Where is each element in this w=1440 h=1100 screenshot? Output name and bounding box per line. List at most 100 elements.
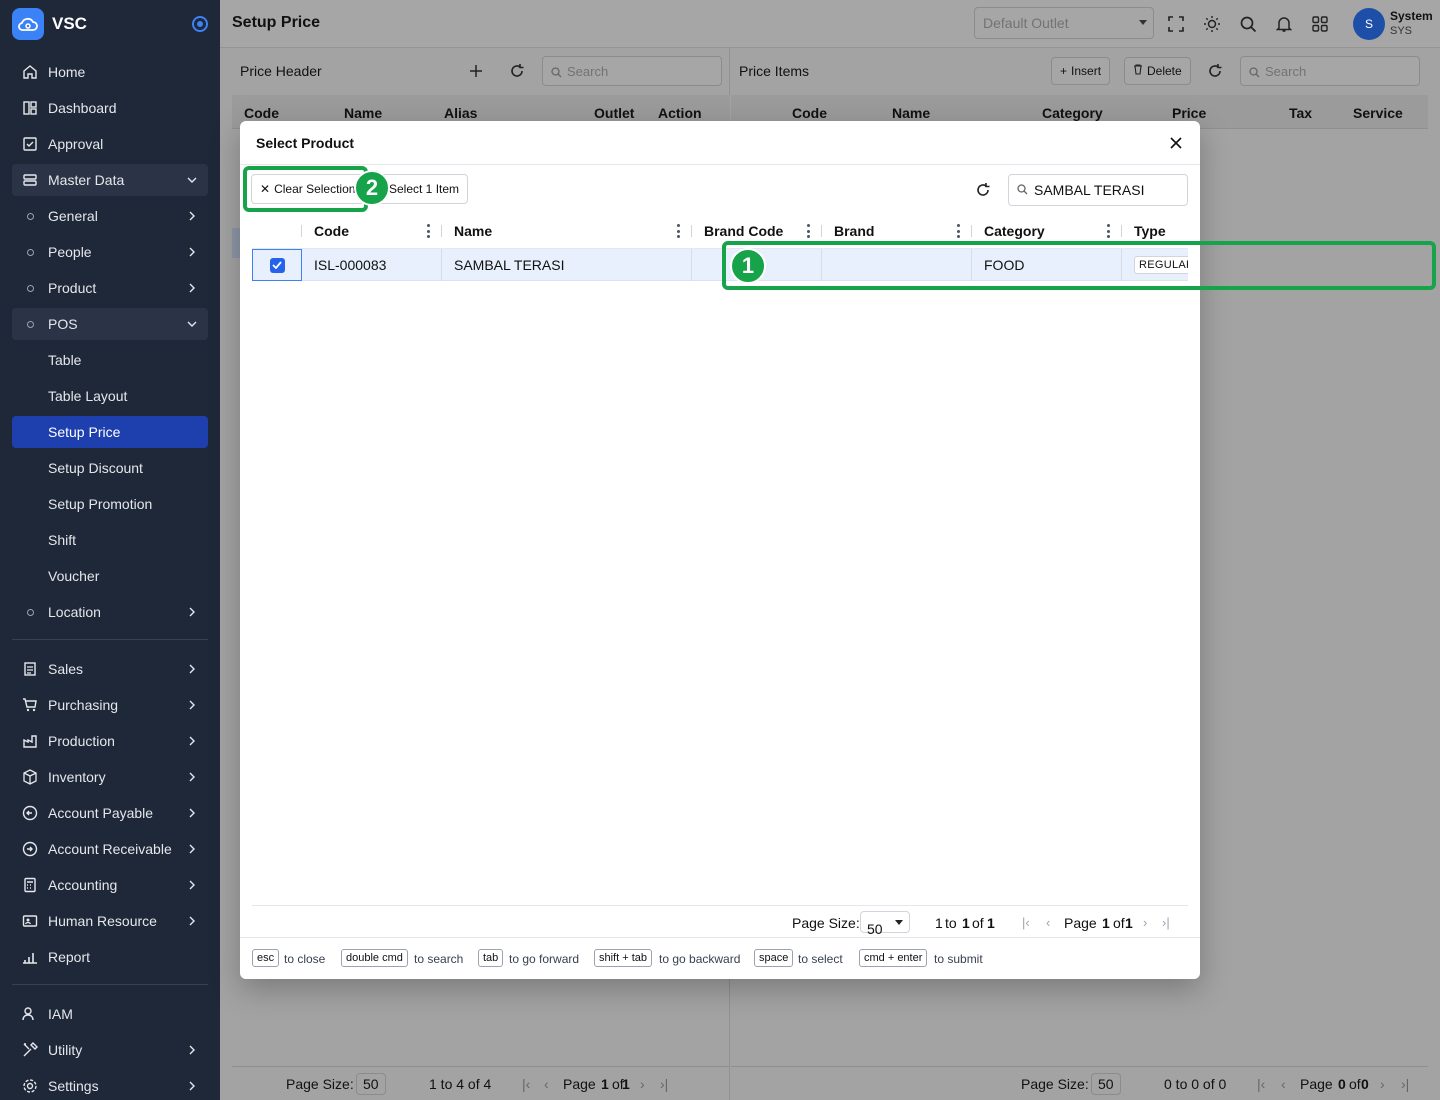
user-role: SYS bbox=[1390, 25, 1413, 37]
page-size-select[interactable]: 50 bbox=[356, 1073, 386, 1095]
column-header-alias[interactable]: Alias bbox=[444, 105, 477, 121]
next-page-icon[interactable]: › bbox=[640, 1076, 645, 1092]
sidebar-item-account-receivable[interactable]: Account Receivable bbox=[12, 833, 208, 865]
sidebar-item-human-resource[interactable]: Human Resource bbox=[12, 905, 208, 937]
sidebar-item-table[interactable]: Table bbox=[12, 344, 208, 376]
outlet-select[interactable]: Default Outlet bbox=[974, 7, 1154, 39]
column-header-price[interactable]: Price bbox=[1172, 105, 1206, 121]
fullscreen-icon[interactable] bbox=[1164, 12, 1188, 36]
row-checkbox-cell[interactable] bbox=[252, 249, 302, 281]
total-pages: 0 bbox=[1361, 1076, 1369, 1092]
search-placeholder: Search bbox=[567, 64, 609, 79]
page-size-select[interactable]: 50 bbox=[1091, 1073, 1121, 1095]
column-header-code[interactable]: Code bbox=[792, 105, 827, 121]
column-menu-icon[interactable] bbox=[956, 224, 960, 238]
column-header-label: Type bbox=[1134, 223, 1166, 239]
sidebar-toggle-icon[interactable] bbox=[192, 16, 208, 32]
sidebar-item-report[interactable]: Report bbox=[12, 941, 208, 973]
bell-icon[interactable] bbox=[1272, 12, 1296, 36]
sidebar-item-setup-discount[interactable]: Setup Discount bbox=[12, 452, 208, 484]
cloud-logo-icon bbox=[12, 8, 44, 40]
sidebar-item-inventory[interactable]: Inventory bbox=[12, 761, 208, 793]
prev-page-icon[interactable]: ‹ bbox=[544, 1076, 549, 1092]
circle-icon bbox=[20, 242, 40, 262]
sidebar-item-dashboard[interactable]: Dashboard bbox=[12, 92, 208, 124]
page-size-select[interactable]: 50 bbox=[860, 911, 910, 937]
column-header-outlet[interactable]: Outlet bbox=[594, 105, 634, 121]
sidebar-item-setup-promotion[interactable]: Setup Promotion bbox=[12, 488, 208, 520]
select-all-header[interactable] bbox=[252, 213, 302, 249]
circle-icon bbox=[20, 314, 40, 334]
next-page-icon[interactable]: › bbox=[1143, 915, 1147, 930]
delete-button[interactable]: Delete bbox=[1124, 57, 1191, 85]
sidebar-item-iam[interactable]: IAM bbox=[12, 998, 208, 1030]
chevron-right-icon bbox=[182, 242, 202, 262]
sidebar-item-voucher[interactable]: Voucher bbox=[12, 560, 208, 592]
sidebar-item-table-layout[interactable]: Table Layout bbox=[12, 380, 208, 412]
sidebar-item-setup-price[interactable]: Setup Price bbox=[12, 416, 208, 448]
last-page-icon[interactable]: ›| bbox=[1162, 915, 1170, 930]
product-search-field[interactable] bbox=[1034, 182, 1182, 198]
page-of: of bbox=[1349, 1076, 1361, 1092]
apps-grid-icon[interactable] bbox=[1308, 12, 1332, 36]
column-menu-icon[interactable] bbox=[1106, 224, 1110, 238]
sidebar-item-sales[interactable]: Sales bbox=[12, 653, 208, 685]
sidebar-item-purchasing[interactable]: Purchasing bbox=[12, 689, 208, 721]
price-header-search-input[interactable]: Search bbox=[542, 56, 722, 86]
sidebar-item-pos[interactable]: POS bbox=[12, 308, 208, 340]
column-header-service[interactable]: Service bbox=[1353, 105, 1403, 121]
sidebar-item-utility[interactable]: Utility bbox=[12, 1034, 208, 1066]
next-page-icon[interactable]: › bbox=[1380, 1076, 1385, 1092]
sidebar-item-approval[interactable]: Approval bbox=[12, 128, 208, 160]
refresh-icon[interactable] bbox=[1205, 61, 1225, 81]
price-items-search-input[interactable]: Search bbox=[1240, 56, 1420, 86]
close-icon[interactable] bbox=[1166, 133, 1186, 153]
first-page-icon[interactable]: |‹ bbox=[1022, 915, 1030, 930]
first-page-icon[interactable]: |‹ bbox=[1257, 1076, 1265, 1092]
sidebar-item-accounting[interactable]: Accounting bbox=[12, 869, 208, 901]
column-header-tax[interactable]: Tax bbox=[1289, 105, 1312, 121]
column-header-name[interactable]: Name bbox=[892, 105, 930, 121]
sidebar-item-product[interactable]: Product bbox=[12, 272, 208, 304]
sidebar-item-general[interactable]: General bbox=[12, 200, 208, 232]
column-header-code[interactable]: Code bbox=[302, 213, 442, 249]
sidebar-item-settings[interactable]: Settings bbox=[12, 1070, 208, 1100]
sidebar-item-home[interactable]: Home bbox=[12, 56, 208, 88]
column-header-code[interactable]: Code bbox=[244, 105, 279, 121]
column-header-action[interactable]: Action bbox=[658, 105, 702, 121]
cell-code: ISL-000083 bbox=[302, 249, 442, 281]
kbd-hint-text: to close bbox=[284, 952, 326, 966]
column-header-name[interactable]: Name bbox=[442, 213, 692, 249]
refresh-icon[interactable] bbox=[972, 179, 994, 201]
column-menu-icon[interactable] bbox=[676, 224, 680, 238]
avatar[interactable]: S bbox=[1353, 8, 1385, 40]
last-page-icon[interactable]: ›| bbox=[1401, 1076, 1409, 1092]
column-header-name[interactable]: Name bbox=[344, 105, 382, 121]
sidebar-item-master-data[interactable]: Master Data bbox=[12, 164, 208, 196]
first-page-icon[interactable]: |‹ bbox=[522, 1076, 530, 1092]
sidebar-item-label: Table bbox=[48, 352, 82, 368]
product-search-input[interactable] bbox=[1008, 174, 1188, 206]
checkbox-checked-icon[interactable] bbox=[269, 257, 285, 273]
sales-icon bbox=[20, 659, 40, 679]
search-icon[interactable] bbox=[1236, 12, 1260, 36]
add-icon[interactable] bbox=[466, 61, 486, 81]
last-page-icon[interactable]: ›| bbox=[660, 1076, 668, 1092]
insert-button[interactable]: + Insert bbox=[1051, 57, 1111, 85]
refresh-icon[interactable] bbox=[507, 61, 527, 81]
sidebar-item-account-payable[interactable]: Account Payable bbox=[12, 797, 208, 829]
column-header-category[interactable]: Category bbox=[1042, 105, 1103, 121]
prev-page-icon[interactable]: ‹ bbox=[1281, 1076, 1286, 1092]
column-menu-icon[interactable] bbox=[426, 224, 430, 238]
caret-down-icon bbox=[895, 920, 903, 925]
theme-sun-icon[interactable] bbox=[1200, 12, 1224, 36]
tools-icon bbox=[20, 1040, 40, 1060]
chevron-down-icon bbox=[182, 314, 202, 334]
sidebar-item-shift[interactable]: Shift bbox=[12, 524, 208, 556]
sidebar-item-label: Report bbox=[48, 949, 91, 965]
column-menu-icon[interactable] bbox=[806, 224, 810, 238]
prev-page-icon[interactable]: ‹ bbox=[1046, 915, 1050, 930]
sidebar-item-production[interactable]: Production bbox=[12, 725, 208, 757]
sidebar-item-location[interactable]: Location bbox=[12, 596, 208, 628]
sidebar-item-people[interactable]: People bbox=[12, 236, 208, 268]
